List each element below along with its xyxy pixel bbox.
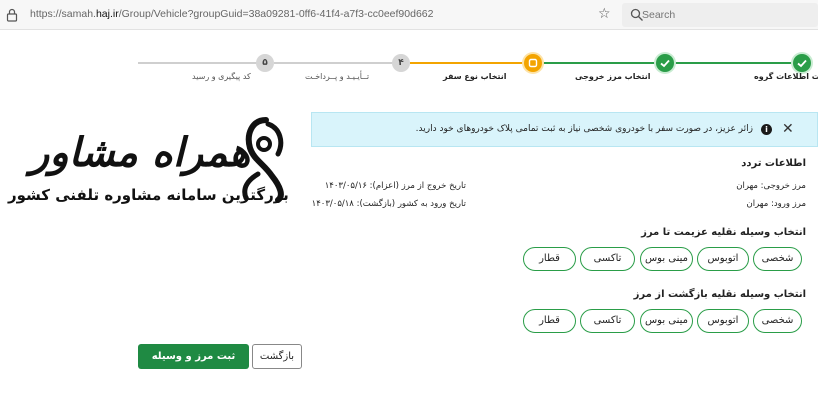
stepper-line-done [674,62,794,64]
stepper-line-todo [138,62,258,64]
departure-vehicle-title: انتخاب وسیله نقلیه عزیمت تا مرز [641,227,806,238]
step-1-label: ثبت اطلاعات گروه [754,72,818,81]
departure-option-taxi[interactable]: تاکسی [580,247,635,271]
address-bar[interactable]: https://samah.haj.ir/Group/Vehicle?group… [30,8,433,20]
step-3-label: انتخاب نوع سفر [443,72,507,81]
watermark-subtitle: بزرگترین سامانه مشاوره تلفنی کشور [8,186,289,204]
watermark-logo: همراه مشاور بزرگترین سامانه مشاوره تلفنی… [0,108,300,218]
watermark-title: همراه مشاور [30,130,251,176]
private-car-alert: ✕ i زائر عزیز، در صورت سفر با خودروی شخص… [311,112,818,147]
exit-border-text: مرز خروجی: مهران [736,181,806,191]
stepper-line-active [410,62,524,64]
step-4-label: تــأیـیـد و پــرداخـت [305,72,370,81]
traffic-info-title: اطلاعات تردد [741,158,806,169]
submit-border-vehicle-button[interactable]: ثبت مرز و وسیله نقلیه [138,344,249,387]
entry-date-text: تاریخ ورود به کشور (بازگشت): ۱۴۰۳/۰۵/۱۸ [311,199,466,209]
info-icon: i [761,124,772,135]
step-2-label: انتخاب مرز خروجی [575,72,651,81]
stepper-line-todo [274,62,396,64]
alert-text: زائر عزیز، در صورت سفر با خودروی شخصی نی… [415,124,753,134]
browser-search-box[interactable] [622,3,818,27]
lock-icon [6,8,18,22]
step-5-label: کد پیگیری و رسید [192,72,251,81]
entry-border-text: مرز ورود: مهران [746,199,806,209]
return-option-bus[interactable]: اتوبوس [697,309,749,333]
back-button[interactable]: بازگشت [252,344,302,369]
departure-option-train[interactable]: قطار [523,247,576,271]
departure-option-minibus[interactable]: مینی بوس [640,247,693,271]
step-2-check-icon [656,54,674,72]
departure-option-bus[interactable]: اتوبوس [697,247,749,271]
stepper-line-done [542,62,656,64]
return-option-taxi[interactable]: تاکسی [580,309,635,333]
close-icon[interactable]: ✕ [782,121,794,137]
return-option-private[interactable]: شخصی [753,309,802,333]
bookmark-star-icon[interactable]: ☆ [598,6,611,22]
step-1-check-icon [793,54,811,72]
step-3-active-icon [524,54,542,72]
step-4-number: ۴ [392,54,410,72]
search-input[interactable] [642,7,812,23]
departure-option-private[interactable]: شخصی [753,247,802,271]
exit-date-text: تاریخ خروج از مرز (اعزام): ۱۴۰۳/۰۵/۱۶ [324,181,466,191]
return-vehicle-title: انتخاب وسیله نقلیه بازگشت از مرز [633,289,806,300]
return-option-train[interactable]: قطار [523,309,576,333]
step-5-number: ۵ [256,54,274,72]
return-option-minibus[interactable]: مینی بوس [640,309,693,333]
browser-toolbar: https://samah.haj.ir/Group/Vehicle?group… [0,0,818,30]
